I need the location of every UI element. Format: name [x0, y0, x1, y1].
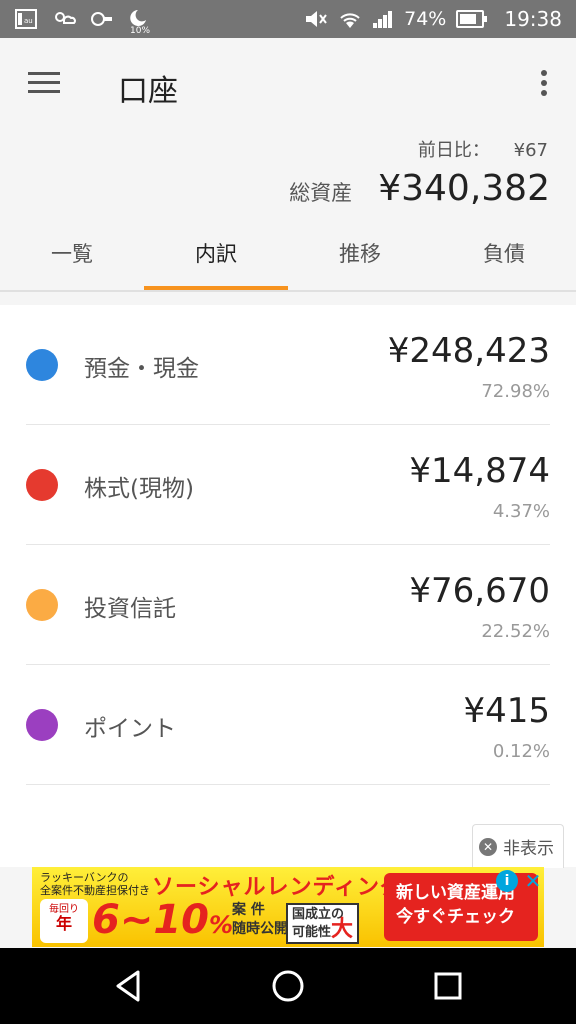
weather-icon	[55, 12, 76, 24]
key-icon	[91, 12, 112, 26]
ad-mid-text: 案 件 随時公開	[232, 901, 288, 939]
ad-banner[interactable]: ラッキーバンクの 全案件不動産担保付き ソーシャルレンディング 毎回り 年 6~…	[32, 867, 544, 947]
category-label: ポイント	[84, 716, 176, 742]
breakdown-row-points[interactable]: ポイント ¥415 0.12%	[26, 665, 550, 785]
status-icons-left: au 10%	[14, 0, 152, 38]
status-icons-right: 74% 19:38	[304, 0, 562, 38]
ad-mid-line2: 随時公開	[232, 921, 288, 937]
battery-icon	[456, 10, 488, 28]
breakdown-list: 預金・現金 ¥248,423 72.98% 株式(現物) ¥14,874 4.3…	[0, 305, 576, 867]
ad-box-big: 大	[331, 917, 354, 942]
category-amount: ¥76,670	[409, 571, 550, 611]
wifi-icon	[340, 13, 360, 28]
ad-boxed-text: 国成立の 可能性大	[286, 903, 360, 944]
tab-list[interactable]: 一覧	[0, 232, 144, 290]
tab-bar: 一覧 内訳 推移 負債	[0, 232, 576, 290]
recent-apps-icon[interactable]	[428, 966, 468, 1006]
ad-small-line2: 全案件不動産担保付き	[40, 884, 150, 897]
category-label: 株式(現物)	[84, 476, 194, 502]
battery-percent: 74%	[404, 8, 447, 30]
close-circle-icon: ✕	[479, 837, 497, 856]
ad-mid-line1: 案 件	[232, 902, 265, 918]
home-icon[interactable]	[268, 966, 308, 1006]
category-percent: 4.37%	[492, 501, 550, 522]
daily-change-label: 前日比：	[417, 140, 490, 161]
ad-year-mid: 年	[55, 914, 72, 933]
clock: 19:38	[504, 7, 562, 31]
category-percent: 72.98%	[481, 381, 550, 402]
daily-change: 前日比： ¥67	[418, 136, 548, 162]
category-color-dot	[26, 589, 58, 621]
category-color-dot	[26, 709, 58, 741]
daily-change-value: ¥67	[513, 140, 548, 161]
tab-breakdown[interactable]: 内訳	[144, 232, 288, 290]
category-color-dot	[26, 349, 58, 381]
category-label: 投資信託	[84, 596, 176, 622]
signal-icon	[373, 11, 393, 28]
category-percent: 22.52%	[481, 621, 550, 642]
category-amount: ¥415	[463, 691, 550, 731]
app-notification-icon: au	[15, 9, 37, 29]
page-title: 口座	[118, 74, 178, 109]
ad-small-line1: ラッキーバンクの	[40, 871, 129, 884]
more-options-icon[interactable]	[534, 68, 554, 98]
moon-icon: 10%	[128, 8, 152, 36]
total-assets: 総資産 ¥340,382	[289, 168, 550, 209]
breakdown-row-funds[interactable]: 投資信託 ¥76,670 22.52%	[26, 545, 550, 665]
total-assets-label: 総資産	[289, 181, 353, 205]
app-bar: 口座 前日比： ¥67 総資産 ¥340,382 一覧 内訳 推移 負債	[0, 38, 576, 290]
tab-trend[interactable]: 推移	[288, 232, 432, 290]
breakdown-row-stocks[interactable]: 株式(現物) ¥14,874 4.37%	[26, 425, 550, 545]
category-amount: ¥14,874	[409, 451, 550, 491]
mute-icon	[306, 11, 327, 27]
tabs-divider	[0, 290, 576, 292]
breakdown-row-deposits[interactable]: 預金・現金 ¥248,423 72.98%	[26, 305, 550, 425]
svg-text:au: au	[24, 17, 33, 25]
category-amount: ¥248,423	[387, 331, 550, 371]
ad-rate-value: 6~10	[92, 897, 210, 943]
ad-year-badge: 毎回り 年	[40, 899, 88, 943]
menu-icon[interactable]	[26, 68, 62, 96]
moon-percent: 10%	[130, 26, 151, 36]
ad-small-text: ラッキーバンクの 全案件不動産担保付き	[40, 871, 150, 897]
tab-liabilities[interactable]: 負債	[432, 232, 576, 290]
ad-rate: 6~10%	[92, 897, 233, 943]
category-label: 預金・現金	[84, 356, 199, 382]
back-icon[interactable]	[108, 966, 148, 1006]
hide-ad-label: 非表示	[503, 839, 554, 859]
ad-close-icon[interactable]: ✕	[522, 870, 544, 892]
ad-rate-unit: %	[209, 911, 234, 939]
hide-ad-button[interactable]: ✕ 非表示	[472, 824, 564, 868]
ad-box-line2: 可能性	[292, 925, 332, 940]
status-bar: au 10% 74% 19:38	[0, 0, 576, 38]
ad-cta-line2: 今すぐチェック	[396, 907, 515, 927]
category-color-dot	[26, 469, 58, 501]
system-nav-bar	[0, 948, 576, 1024]
ad-info-icon[interactable]: i	[496, 870, 518, 892]
category-percent: 0.12%	[492, 741, 550, 762]
total-assets-value: ¥340,382	[378, 168, 550, 209]
